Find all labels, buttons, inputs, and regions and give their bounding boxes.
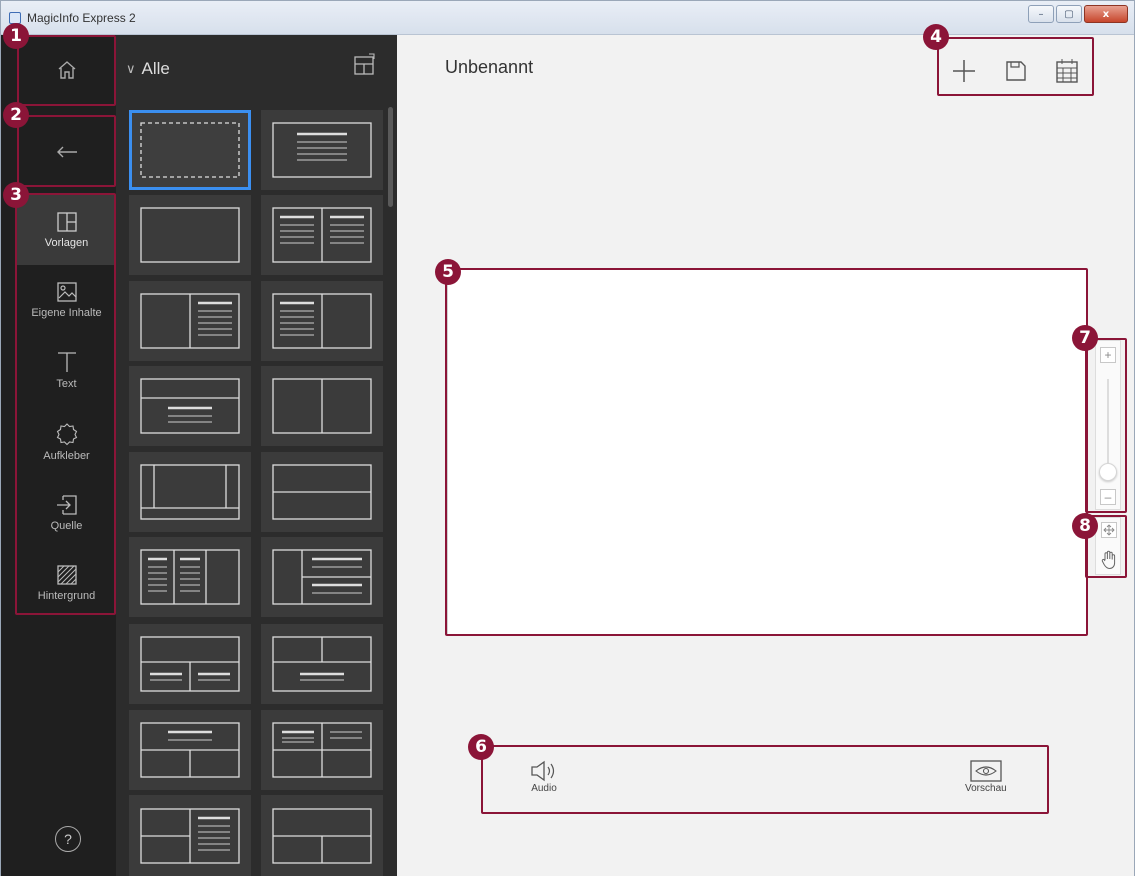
zoom-out-button[interactable]: – bbox=[1100, 489, 1116, 505]
help-icon: ? bbox=[64, 831, 72, 847]
design-canvas[interactable] bbox=[447, 269, 1087, 635]
close-button[interactable]: x bbox=[1084, 5, 1128, 23]
arrow-left-icon bbox=[56, 146, 77, 158]
panel-scrollbar[interactable] bbox=[388, 107, 393, 207]
callout-badge-5: 5 bbox=[435, 259, 461, 285]
template-tile-18[interactable] bbox=[261, 795, 383, 876]
audio-button[interactable]: Audio bbox=[529, 759, 559, 794]
template-tile-3[interactable] bbox=[129, 195, 251, 275]
template-tile-17[interactable] bbox=[129, 795, 251, 876]
window-title: MagicInfo Express 2 bbox=[27, 11, 136, 25]
back-button[interactable] bbox=[17, 117, 116, 187]
schedule-button[interactable] bbox=[1055, 58, 1079, 89]
rail-item-label: Aufkleber bbox=[43, 450, 90, 462]
template-icon bbox=[56, 212, 77, 232]
template-tile-10[interactable] bbox=[261, 452, 383, 532]
speaker-icon bbox=[531, 760, 555, 782]
template-tile-12[interactable] bbox=[261, 537, 383, 617]
rail-item-label: Vorlagen bbox=[44, 237, 89, 249]
template-tile-16[interactable] bbox=[261, 710, 383, 790]
top-toolbar bbox=[937, 49, 1093, 97]
zoom-slider-handle[interactable] bbox=[1099, 463, 1117, 481]
app-window: MagicInfo Express 2 – ▢ x Vorlagen Eigen… bbox=[0, 0, 1135, 876]
fit-view-button[interactable] bbox=[1101, 522, 1117, 543]
navigation-rail: Vorlagen Eigene Inhalte Text Aufkleber Q… bbox=[1, 35, 116, 876]
new-button[interactable] bbox=[951, 58, 977, 89]
hand-icon bbox=[1101, 550, 1116, 570]
zoom-slider-track[interactable] bbox=[1107, 379, 1109, 475]
filter-label: Alle bbox=[141, 59, 170, 78]
audio-label: Audio bbox=[531, 783, 557, 794]
layout-settings-button[interactable] bbox=[352, 51, 378, 82]
template-tile-4[interactable] bbox=[261, 195, 383, 275]
source-icon bbox=[56, 495, 77, 515]
text-icon bbox=[57, 352, 76, 372]
view-tools bbox=[1095, 517, 1121, 575]
callout-badge-8: 8 bbox=[1072, 513, 1098, 539]
layout-settings-icon bbox=[354, 53, 375, 75]
chevron-down-icon: ∨ bbox=[126, 61, 136, 76]
rail-item-label: Eigene Inhalte bbox=[31, 307, 102, 319]
preview-label: Vorschau bbox=[965, 783, 1007, 794]
zoom-in-button[interactable]: + bbox=[1100, 347, 1116, 363]
callout-badge-3: 3 bbox=[3, 182, 29, 208]
home-icon bbox=[58, 61, 75, 79]
zoom-control: + – bbox=[1095, 340, 1121, 510]
template-tile-5[interactable] bbox=[129, 281, 251, 361]
filter-dropdown[interactable]: ∨ Alle bbox=[126, 59, 170, 79]
rail-item-eigene-inhalte[interactable]: Eigene Inhalte bbox=[17, 265, 116, 335]
template-tile-15[interactable] bbox=[129, 710, 251, 790]
minimize-button[interactable]: – bbox=[1028, 5, 1054, 23]
plus-icon bbox=[952, 59, 975, 82]
template-tile-2[interactable] bbox=[261, 110, 383, 190]
callout-badge-4: 4 bbox=[923, 24, 949, 50]
template-tile-11[interactable] bbox=[129, 537, 251, 617]
sticker-icon bbox=[56, 423, 77, 446]
preview-button[interactable]: Vorschau bbox=[965, 759, 1007, 794]
template-panel: ∨ Alle bbox=[116, 35, 397, 876]
rail-item-label: Hintergrund bbox=[37, 590, 96, 602]
rail-item-aufkleber[interactable]: Aufkleber bbox=[17, 407, 116, 477]
floppy-disk-icon bbox=[1006, 60, 1026, 81]
title-bar[interactable]: MagicInfo Express 2 – ▢ x bbox=[1, 1, 1134, 35]
template-tile-6[interactable] bbox=[261, 281, 383, 361]
callout-badge-2: 2 bbox=[3, 102, 29, 128]
template-tile-7[interactable] bbox=[129, 366, 251, 446]
pan-tool-button[interactable] bbox=[1100, 550, 1118, 575]
background-icon bbox=[56, 565, 77, 585]
callout-badge-1: 1 bbox=[3, 23, 29, 49]
image-icon bbox=[56, 282, 77, 302]
template-tile-8[interactable] bbox=[261, 366, 383, 446]
template-tile-1[interactable] bbox=[129, 110, 251, 190]
home-button[interactable] bbox=[17, 35, 116, 105]
move-arrows-icon bbox=[1101, 522, 1117, 538]
save-button[interactable] bbox=[1004, 59, 1028, 88]
document-title[interactable]: Unbenannt bbox=[445, 57, 533, 78]
editor-area: Unbenannt + – Audio Vorschau bbox=[397, 35, 1134, 876]
rail-item-hintergrund[interactable]: Hintergrund bbox=[17, 548, 116, 618]
template-tile-13[interactable] bbox=[129, 624, 251, 704]
rail-item-quelle[interactable]: Quelle bbox=[17, 478, 116, 548]
rail-item-text[interactable]: Text bbox=[17, 335, 116, 405]
template-tile-9[interactable] bbox=[129, 452, 251, 532]
window-controls: – ▢ x bbox=[1028, 5, 1128, 23]
help-button[interactable]: ? bbox=[55, 826, 81, 852]
rail-item-label: Quelle bbox=[50, 520, 83, 532]
maximize-button[interactable]: ▢ bbox=[1056, 5, 1082, 23]
eye-icon bbox=[970, 760, 1002, 782]
rail-item-label: Text bbox=[56, 378, 77, 390]
bottom-toolbar: Audio Vorschau bbox=[481, 745, 1049, 813]
callout-badge-7: 7 bbox=[1072, 325, 1098, 351]
rail-item-vorlagen[interactable]: Vorlagen bbox=[17, 195, 116, 265]
calendar-icon bbox=[1056, 58, 1079, 83]
callout-badge-6: 6 bbox=[468, 734, 494, 760]
template-tile-14[interactable] bbox=[261, 624, 383, 704]
